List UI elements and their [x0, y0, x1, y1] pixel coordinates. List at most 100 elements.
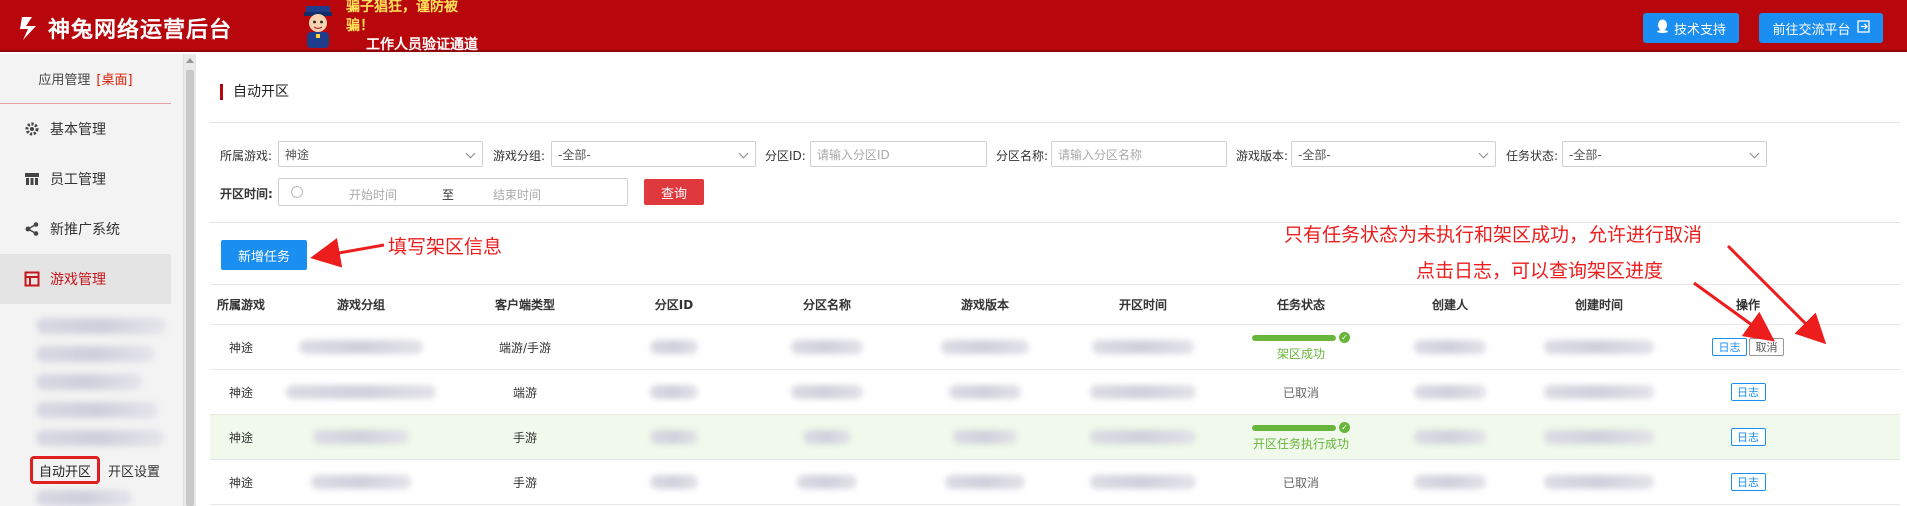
progress-bar: ✓ [1252, 422, 1350, 433]
cell-creator-redacted [1380, 415, 1520, 459]
group-filter-label: 游戏分组: [493, 149, 546, 163]
zone-id-placeholder: 请输入分区ID [817, 147, 890, 162]
brand[interactable]: 神兔网络运营后台 [18, 12, 232, 44]
rabbit-logo-icon [18, 15, 42, 41]
status-select[interactable]: -全部- [1562, 141, 1767, 167]
top-header: 神兔网络运营后台 骗子猖狂，谨防被骗！ 工作人员验证通道 技术支持 前往交流平台 [0, 0, 1907, 53]
table-row: 神途 端游 已取消 日志 [210, 370, 1900, 415]
check-circle-icon: ✓ [1339, 332, 1350, 343]
tech-support-button[interactable]: 技术支持 [1643, 13, 1739, 43]
sidebar-item-label: 员工管理 [50, 172, 106, 188]
status-filter-label: 任务状态: [1506, 149, 1559, 163]
cell-time-redacted [1064, 460, 1222, 504]
cell-status: 已取消 [1222, 460, 1380, 504]
exit-arrow-icon [1856, 19, 1870, 37]
table-header-row: 所属游戏 游戏分组 客户端类型 分区ID 分区名称 游戏版本 开区时间 任务状态… [210, 285, 1900, 325]
redacted-submenu-item[interactable] [36, 374, 142, 390]
cell-zone-id-redacted [600, 460, 748, 504]
range-separator: 至 [442, 188, 455, 202]
cell-zone-name-redacted [748, 415, 906, 459]
game-filter-label: 所属游戏: [220, 149, 273, 163]
exchange-platform-button[interactable]: 前往交流平台 [1759, 13, 1883, 43]
start-time-placeholder: 开始时间 [349, 188, 398, 202]
column-header: 游戏分组 [336, 298, 385, 312]
layout-icon [24, 271, 40, 287]
cell-creator-redacted [1380, 325, 1520, 369]
task-table: 所属游戏 游戏分组 客户端类型 分区ID 分区名称 游戏版本 开区时间 任务状态… [210, 284, 1900, 505]
cell-zone-name-redacted [748, 460, 906, 504]
annotation-cancel-rule: 只有任务状态为未执行和架区成功，允许进行取消 [1284, 224, 1703, 246]
desktop-link[interactable]: [桌面] [96, 69, 132, 88]
table-row: 神途 手游 已取消 日志 [210, 460, 1900, 505]
column-header: 创建人 [1431, 298, 1468, 312]
zone-name-placeholder: 请输入分区名称 [1058, 147, 1143, 162]
notice-warning: 骗子猖狂，谨防被骗！ [346, 0, 458, 34]
cell-client: 端游/手游 [498, 340, 552, 355]
chevron-down-icon [738, 148, 749, 159]
sidebar-item-label: 游戏管理 [50, 272, 106, 288]
table-row: 神途 手游 ✓ 开区任务执行成功 日志 [210, 415, 1900, 460]
redacted-submenu-item[interactable] [36, 318, 166, 334]
check-circle-icon: ✓ [1339, 422, 1350, 433]
cell-group-redacted [272, 460, 450, 504]
sidebar-item-label: 基本管理 [50, 122, 106, 138]
cell-time-redacted [1064, 415, 1222, 459]
log-button[interactable]: 日志 [1712, 338, 1747, 356]
clock-icon [291, 186, 303, 198]
app-management-header[interactable]: 应用管理 [桌面] [0, 54, 171, 104]
share-icon [24, 221, 40, 237]
log-button[interactable]: 日志 [1730, 473, 1766, 491]
sidebar-item-game[interactable]: 游戏管理 [0, 254, 171, 304]
column-header: 任务状态 [1276, 298, 1325, 312]
cell-time-redacted [1064, 370, 1222, 414]
log-button[interactable]: 日志 [1730, 383, 1766, 401]
sidebar-item-label: 新推广系统 [50, 222, 120, 238]
sidebar-item-staff[interactable]: 员工管理 [0, 154, 171, 204]
scroll-up-icon[interactable] [186, 58, 194, 63]
redacted-submenu-item[interactable] [36, 402, 158, 418]
redacted-submenu-item[interactable] [36, 490, 132, 506]
cell-version-redacted [906, 415, 1064, 459]
game-select[interactable]: 神途 [278, 141, 483, 167]
version-filter-label: 游戏版本: [1236, 149, 1289, 163]
page-title: 自动开区 [220, 84, 289, 100]
cell-zone-id-redacted [600, 325, 748, 369]
status-select-value: -全部- [1569, 147, 1602, 162]
end-time-placeholder: 结束时间 [493, 188, 542, 202]
zone-id-filter-label: 分区ID: [765, 149, 806, 163]
progress-bar: ✓ [1252, 332, 1350, 343]
submenu-zone-settings[interactable]: 开区设置 [108, 461, 160, 480]
cell-zone-name-redacted [748, 370, 906, 414]
org-icon [24, 171, 40, 187]
log-button[interactable]: 日志 [1730, 428, 1766, 446]
status-text: 架区成功 [1276, 347, 1325, 361]
cell-actions: 日志 [1678, 370, 1818, 414]
version-select-value: -全部- [1298, 147, 1331, 162]
zone-name-filter-label: 分区名称: [996, 149, 1049, 163]
query-button[interactable]: 查询 [644, 179, 704, 205]
column-header: 客户端类型 [494, 298, 555, 312]
sidebar-item-basic[interactable]: 基本管理 [0, 104, 171, 154]
qq-penguin-icon [1656, 19, 1669, 37]
cell-time-redacted [1064, 325, 1222, 369]
sidebar-item-promotion[interactable]: 新推广系统 [0, 204, 171, 254]
cell-version-redacted [906, 325, 1064, 369]
date-range-picker[interactable]: 开始时间 至 结束时间 [278, 178, 628, 206]
group-select[interactable]: -全部- [551, 141, 756, 167]
new-task-button[interactable]: 新增任务 [221, 240, 307, 270]
column-header: 操作 [1735, 298, 1760, 312]
submenu-auto-open-zone[interactable]: 自动开区 [30, 456, 100, 484]
redacted-submenu-item[interactable] [36, 430, 164, 446]
zone-name-input[interactable]: 请输入分区名称 [1051, 141, 1227, 167]
gear-icon [24, 121, 40, 137]
redacted-submenu-item[interactable] [36, 346, 154, 362]
cancel-button[interactable]: 取消 [1749, 338, 1784, 356]
cell-actions: 日志 [1678, 460, 1818, 504]
version-select[interactable]: -全部- [1291, 141, 1496, 167]
cell-status: 已取消 [1222, 370, 1380, 414]
verify-notice[interactable]: 骗子猖狂，谨防被骗！ 工作人员验证通道 [298, 0, 478, 53]
status-text: 已取消 [1282, 385, 1319, 400]
sidebar-scroll-thumb[interactable] [186, 70, 194, 506]
cell-group-redacted [272, 415, 450, 459]
zone-id-input[interactable]: 请输入分区ID [810, 141, 987, 167]
